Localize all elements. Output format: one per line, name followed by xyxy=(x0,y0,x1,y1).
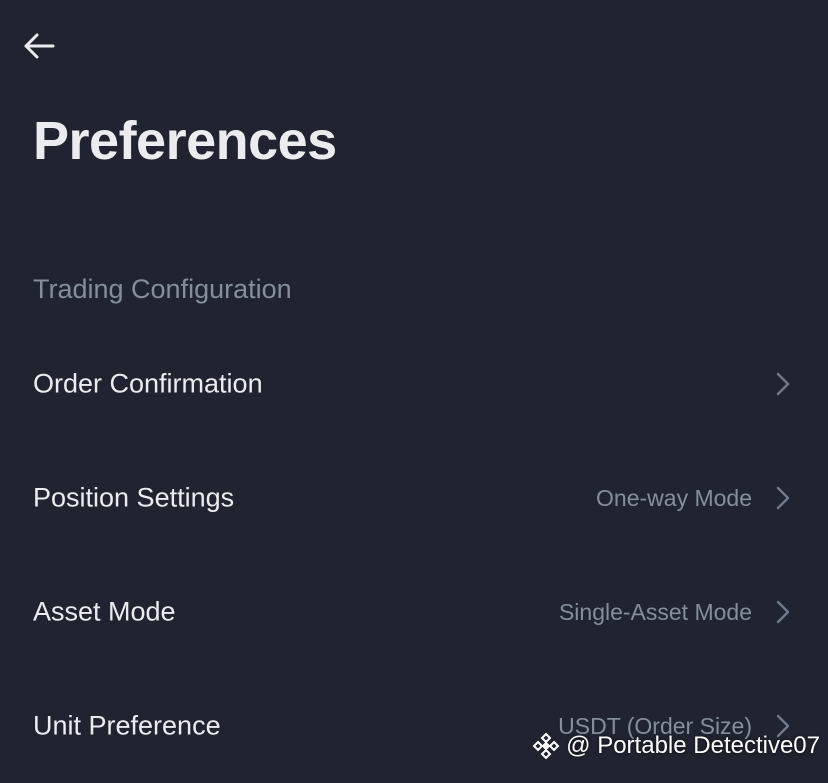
setting-right: One-way Mode xyxy=(596,484,792,512)
section-header-trading-configuration: Trading Configuration xyxy=(33,274,292,304)
chevron-right-icon xyxy=(774,598,792,626)
back-button[interactable] xyxy=(18,28,60,68)
setting-right xyxy=(774,370,792,398)
setting-right: Single-Asset Mode xyxy=(559,598,792,626)
setting-label: Asset Mode xyxy=(33,596,176,627)
top-bar xyxy=(0,0,828,96)
setting-row-unit-preference[interactable]: Unit Preference USDT (Order Size) xyxy=(0,669,828,783)
setting-row-position-settings[interactable]: Position Settings One-way Mode xyxy=(0,441,828,555)
setting-value: Single-Asset Mode xyxy=(558,598,752,625)
setting-row-order-confirmation[interactable]: Order Confirmation xyxy=(0,327,828,441)
settings-list: Order Confirmation Position Settings One… xyxy=(0,327,828,783)
chevron-right-icon xyxy=(774,370,792,398)
setting-row-asset-mode[interactable]: Asset Mode Single-Asset Mode xyxy=(0,555,828,669)
watermark: @ Portable Detective07 xyxy=(532,732,820,760)
arrow-left-icon xyxy=(22,31,56,66)
setting-label: Order Confirmation xyxy=(33,368,263,399)
setting-value: One-way Mode xyxy=(596,484,752,511)
page-title: Preferences xyxy=(33,111,337,171)
binance-logo-icon xyxy=(532,732,560,760)
watermark-text: @ Portable Detective07 xyxy=(566,732,820,759)
chevron-right-icon xyxy=(774,484,792,512)
setting-label: Unit Preference xyxy=(33,710,221,741)
setting-label: Position Settings xyxy=(33,482,235,513)
